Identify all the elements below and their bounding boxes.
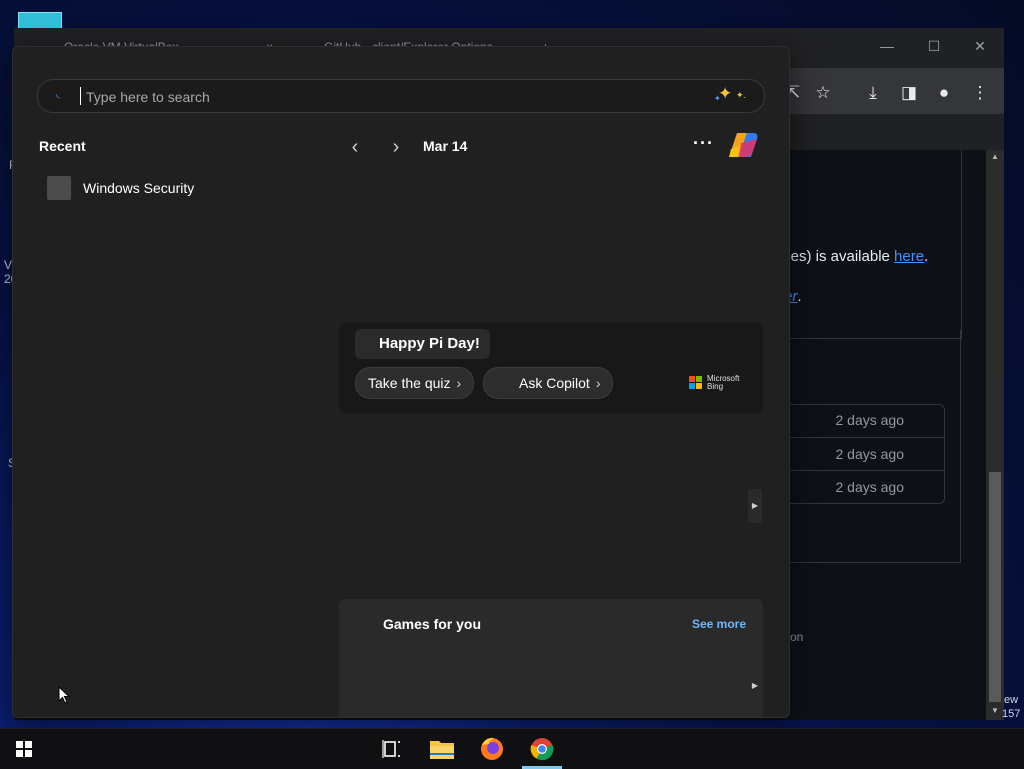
chevron-right-icon: › (595, 375, 601, 391)
taskbar (0, 728, 1024, 769)
ask-copilot-label: Ask Copilot (519, 375, 590, 391)
here-link[interactable]: here (894, 248, 924, 265)
search-input[interactable] (84, 85, 708, 109)
brand-line2: Bing (707, 382, 724, 391)
previous-arrow-icon[interactable]: ‹ (345, 136, 365, 158)
profile-icon[interactable]: ● (931, 80, 957, 106)
copilot-logo-icon[interactable] (727, 129, 761, 161)
availability-label: iles) is available (784, 248, 895, 265)
highlights-date: Mar 14 (423, 138, 468, 154)
edge-text: ew (1004, 694, 1019, 706)
games-scroll-right-icon[interactable]: ▶ (748, 669, 762, 703)
edge-text: V (4, 258, 13, 272)
minimize-button[interactable]: — (872, 38, 902, 54)
see-more-link[interactable]: See more (692, 617, 746, 631)
firefox-icon[interactable] (472, 729, 512, 769)
take-quiz-label: Take the quiz (368, 375, 451, 391)
side-panel-icon[interactable]: ◨ (896, 80, 922, 106)
more-options-button[interactable]: ··· (693, 133, 714, 154)
scroll-up-icon[interactable]: ▲ (991, 152, 999, 161)
mouse-cursor-icon (58, 686, 70, 704)
windows-security-icon (47, 176, 71, 200)
chrome-icon[interactable] (522, 729, 562, 769)
content-box (784, 150, 962, 339)
scroll-right-icon[interactable]: ▶ (748, 489, 762, 523)
chevron-right-icon: › (456, 375, 462, 391)
games-card: Games for you See more ▶ (339, 599, 763, 717)
edge-text: 157 (1002, 708, 1021, 720)
bing-brand: Microsoft Bing (707, 375, 739, 391)
recent-heading: Recent (39, 138, 86, 154)
sparkle-small-icon: ✦ (714, 94, 721, 103)
scroll-thumb[interactable] (989, 472, 1001, 702)
next-arrow-icon[interactable]: › (386, 136, 406, 158)
close-button[interactable]: ✕ (965, 38, 995, 55)
recent-item[interactable]: Windows Security (47, 175, 237, 201)
search-box[interactable]: ◟ ✦ ✦ ✦. (37, 79, 765, 113)
search-icon: ◟ (56, 89, 60, 100)
start-button[interactable] (16, 741, 32, 757)
task-view-icon[interactable] (372, 729, 412, 769)
bookmark-star-icon[interactable]: ☆ (810, 80, 836, 106)
page-scrollbar[interactable]: ▲ ▼ (986, 150, 1004, 720)
recent-item-label: Windows Security (83, 180, 195, 196)
microsoft-logo-icon (689, 376, 703, 390)
card-title: Happy Pi Day! (355, 329, 490, 359)
pi-day-card[interactable]: Happy Pi Day! Take the quiz › Ask Copilot… (339, 323, 763, 413)
period-text: . (924, 248, 929, 265)
menu-kebab-icon[interactable]: ⋮ (967, 80, 993, 106)
text-caret (80, 87, 81, 105)
maximize-button[interactable]: ☐ (919, 38, 949, 55)
scroll-down-icon[interactable]: ▼ (991, 706, 999, 715)
sparkle-tiny-icon: ✦. (736, 90, 747, 100)
sidebar-box (784, 330, 961, 563)
availability-text: iles) is available here. (784, 248, 928, 265)
games-title: Games for you (383, 616, 482, 632)
file-explorer-icon[interactable] (422, 729, 462, 769)
download-icon[interactable]: ⤓ (860, 80, 886, 106)
er-period: . (797, 288, 802, 305)
start-menu: ◟ ✦ ✦ ✦. Recent Windows Security ‹ › Mar… (12, 46, 790, 718)
take-quiz-button[interactable]: Take the quiz › (355, 367, 475, 399)
ask-copilot-button[interactable]: Ask Copilot › (483, 367, 614, 399)
